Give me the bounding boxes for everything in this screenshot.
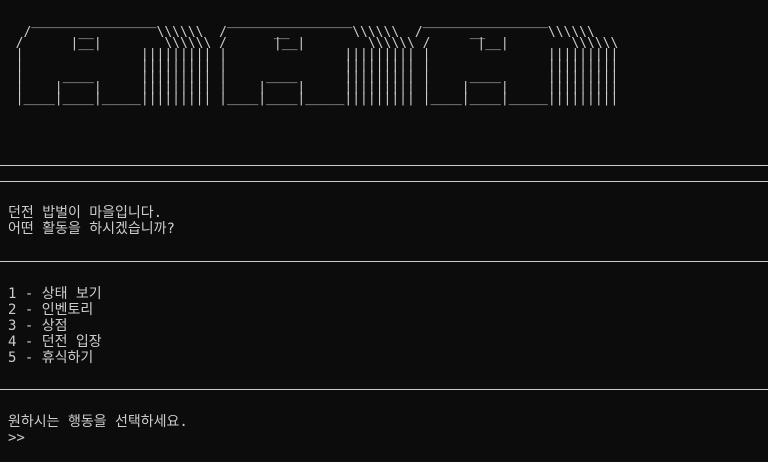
- menu-item-dungeon: 4 - 던전 입장: [8, 334, 102, 350]
- menu-item-status: 1 - 상태 보기: [8, 286, 102, 302]
- intro-text-2: 어떤 활동을 하시겠습니까?: [8, 221, 175, 237]
- divider: [0, 389, 768, 390]
- menu-item-inventory: 2 - 인벤토리: [8, 302, 94, 318]
- menu-item-rest: 5 - 휴식하기: [8, 350, 94, 366]
- menu-item-shop: 3 - 상점: [8, 318, 68, 334]
- divider: [0, 261, 768, 262]
- intro-text-1: 던전 밥벌이 마을입니다.: [8, 205, 163, 221]
- art-row: |____|____|_____||||||||| |____|____|___…: [0, 91, 619, 106]
- village-ascii-art: ________________ ________________ ______…: [0, 15, 619, 106]
- command-prompt: >>: [8, 430, 725, 446]
- instruction-text: 원하시는 행동을 선택하세요.: [8, 414, 188, 430]
- command-input[interactable]: [24, 430, 725, 446]
- prompt-symbol: >>: [8, 430, 25, 446]
- divider: [0, 181, 768, 182]
- divider: [0, 165, 768, 166]
